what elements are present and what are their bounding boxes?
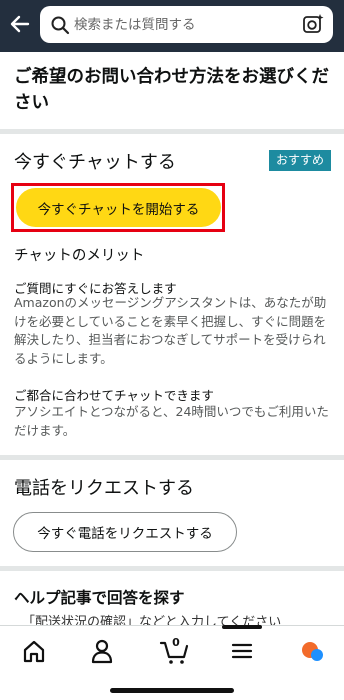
chat-merit-heading: チャットのメリット [14, 248, 145, 264]
search-icon [51, 16, 70, 35]
start-chat-button[interactable]: 今すぐチャットを開始する [16, 188, 221, 227]
nav-active-indicator [222, 625, 262, 629]
arrow-left-icon[interactable] [8, 12, 32, 36]
rufus-icon[interactable] [297, 637, 327, 665]
section-divider [0, 455, 344, 460]
help-search-hint[interactable]: 「配送状況の確認」などと入力してください [22, 611, 342, 625]
section-divider [0, 129, 344, 134]
cart-count: 0 [172, 636, 180, 649]
search-input[interactable] [74, 6, 284, 43]
page-title: ご希望のお問い合わせ方法をお選びください [14, 67, 329, 113]
home-indicator [110, 688, 234, 693]
menu-icon[interactable] [227, 637, 257, 665]
merit-2-body: アソシエイトとつながると、24時間いつでもご利用いただけます。 [14, 404, 329, 438]
account-icon[interactable] [87, 637, 117, 665]
chat-heading: 今すぐチャットする [14, 152, 176, 173]
phone-heading: 電話をリクエストする [14, 478, 194, 499]
camera-sparkle-icon[interactable] [302, 13, 324, 35]
search-bar[interactable] [40, 6, 333, 43]
section-divider [0, 566, 344, 571]
merit-2-title: ご都合に合わせてチャットできます [14, 388, 214, 403]
request-phone-button[interactable]: 今すぐ電話をリクエストする [13, 512, 237, 552]
help-heading: ヘルプ記事で回答を探す [14, 589, 185, 607]
home-icon[interactable] [19, 637, 49, 665]
merit-1-body: Amazonのメッセージングアシスタントは、あなたが助けを必要としていることを素… [14, 295, 327, 366]
recommended-badge: おすすめ [268, 150, 331, 171]
top-header [0, 0, 344, 52]
